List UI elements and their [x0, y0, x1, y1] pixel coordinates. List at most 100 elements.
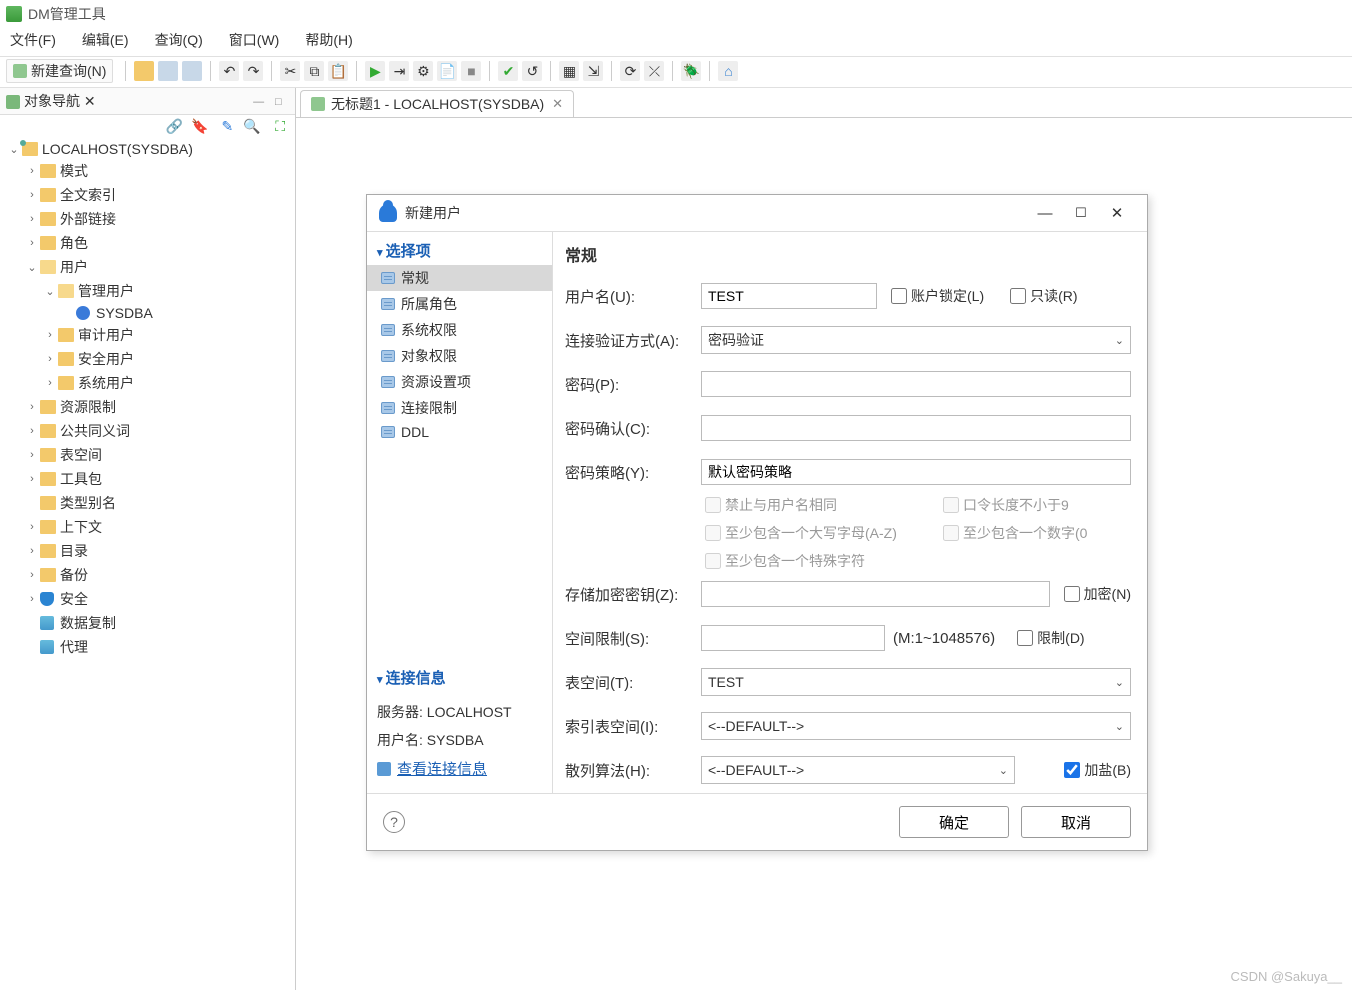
- tree-user[interactable]: ⌄用户: [4, 255, 291, 279]
- opt-obj-priv[interactable]: 对象权限: [367, 343, 552, 369]
- opt-general[interactable]: 常规: [367, 265, 552, 291]
- user-icon: [76, 306, 90, 320]
- view-conn-link[interactable]: 查看连接信息: [397, 758, 487, 779]
- disconnect-icon[interactable]: ⤫: [644, 61, 664, 81]
- sql-icon: [13, 64, 27, 78]
- tree-replication[interactable]: 数据复制: [4, 611, 291, 635]
- undo-icon[interactable]: ↶: [219, 61, 239, 81]
- explain-icon[interactable]: 📄: [437, 61, 457, 81]
- password-confirm-input[interactable]: [701, 415, 1131, 441]
- tree-directory[interactable]: ›目录: [4, 539, 291, 563]
- tree-audit-user[interactable]: ›审计用户: [4, 323, 291, 347]
- username-input[interactable]: [701, 283, 877, 309]
- opt-ddl[interactable]: DDL: [367, 421, 552, 443]
- grid-icon[interactable]: ▦: [559, 61, 579, 81]
- save-all-icon[interactable]: [182, 61, 202, 81]
- tree-extlink[interactable]: ›外部链接: [4, 207, 291, 231]
- menu-help[interactable]: 帮助(H): [305, 30, 352, 50]
- password-input[interactable]: [701, 371, 1131, 397]
- cut-icon[interactable]: ✂: [280, 61, 300, 81]
- auth-select[interactable]: 密码验证⌄: [701, 326, 1131, 354]
- run-script-icon[interactable]: ⚙: [413, 61, 433, 81]
- tree-schema[interactable]: ›模式: [4, 159, 291, 183]
- cancel-button[interactable]: 取消: [1021, 806, 1131, 838]
- dialog-minimize-button[interactable]: —: [1027, 205, 1063, 222]
- tablespace-select[interactable]: TEST⌄: [701, 668, 1131, 696]
- link-info-icon: [377, 762, 391, 776]
- link-icon[interactable]: 🔗: [165, 118, 181, 134]
- readonly-checkbox[interactable]: 只读(R): [1006, 285, 1077, 307]
- new-query-button[interactable]: 新建查询(N): [6, 59, 113, 83]
- salt-checkbox[interactable]: 加盐(B): [1060, 759, 1131, 781]
- tree-fulltext[interactable]: ›全文索引: [4, 183, 291, 207]
- tree-resource[interactable]: ›资源限制: [4, 395, 291, 419]
- idx-ts-label: 索引表空间(I):: [565, 716, 701, 737]
- sql-tab-icon: [311, 97, 325, 111]
- menu-edit[interactable]: 编辑(E): [82, 30, 129, 50]
- conn-user-value: SYSDBA: [427, 732, 484, 748]
- search-icon[interactable]: 🔍: [243, 118, 259, 134]
- paste-icon[interactable]: 📋: [328, 61, 348, 81]
- menu-query[interactable]: 查询(Q): [155, 30, 203, 50]
- nav-tree[interactable]: ⌄LOCALHOST(SYSDBA) ›模式 ›全文索引 ›外部链接 ›角色 ⌄…: [0, 137, 295, 661]
- tree-agent[interactable]: 代理: [4, 635, 291, 659]
- help-icon[interactable]: ?: [383, 811, 405, 833]
- index-tablespace-select[interactable]: <--DEFAULT-->⌄: [701, 712, 1131, 740]
- dialog-content: 常规 用户名(U): 账户锁定(L) 只读(R) 连接验证方式(A): 密码验证…: [553, 232, 1147, 793]
- tree-role[interactable]: ›角色: [4, 231, 291, 255]
- opt-resource[interactable]: 资源设置项: [367, 369, 552, 395]
- tree-system-user[interactable]: ›系统用户: [4, 371, 291, 395]
- tree-tablespace[interactable]: ›表空间: [4, 443, 291, 467]
- policy-length: 口令长度不小于9: [939, 494, 1131, 516]
- nav-title: 对象导航: [24, 93, 80, 109]
- edit-pane-icon[interactable]: ✎: [217, 118, 233, 134]
- encrypt-checkbox[interactable]: 加密(N): [1060, 583, 1131, 605]
- commit-icon[interactable]: ✔: [498, 61, 518, 81]
- minimize-pane-icon[interactable]: —: [253, 96, 267, 110]
- limit-checkbox[interactable]: 限制(D): [1013, 627, 1084, 649]
- conn-section[interactable]: 连接信息: [367, 663, 552, 692]
- tree-synonym[interactable]: ›公共同义词: [4, 419, 291, 443]
- maximize-pane-icon[interactable]: □: [275, 96, 289, 110]
- pwd-policy-input[interactable]: [701, 459, 1131, 485]
- lock-checkbox[interactable]: 账户锁定(L): [887, 285, 984, 307]
- tree-type-alias[interactable]: 类型别名: [4, 491, 291, 515]
- rollback-icon[interactable]: ↺: [522, 61, 542, 81]
- tree-security-user[interactable]: ›安全用户: [4, 347, 291, 371]
- expand-icon[interactable]: ⛶: [269, 118, 285, 134]
- tree-sysdba[interactable]: SYSDBA: [4, 303, 291, 323]
- tree-toolkit[interactable]: ›工具包: [4, 467, 291, 491]
- save-icon[interactable]: [158, 61, 178, 81]
- opt-roles[interactable]: 所属角色: [367, 291, 552, 317]
- hash-select[interactable]: <--DEFAULT-->⌄: [701, 756, 1015, 784]
- tree-context[interactable]: ›上下文: [4, 515, 291, 539]
- options-section[interactable]: 选择项: [367, 236, 552, 265]
- dialog-maximize-button[interactable]: ☐: [1063, 205, 1099, 221]
- close-tab-icon[interactable]: ✕: [552, 96, 563, 112]
- ts-label: 表空间(T):: [565, 672, 701, 693]
- dialog-close-button[interactable]: ✕: [1099, 204, 1135, 222]
- copy-icon[interactable]: ⧉: [304, 61, 324, 81]
- open-icon[interactable]: [134, 61, 154, 81]
- home-icon[interactable]: ⌂: [718, 61, 738, 81]
- export-icon[interactable]: ⇲: [583, 61, 603, 81]
- tree-manage-user[interactable]: ⌄管理用户: [4, 279, 291, 303]
- opt-conn-limit[interactable]: 连接限制: [367, 395, 552, 421]
- run-icon[interactable]: ▶: [365, 61, 385, 81]
- run-step-icon[interactable]: ⇥: [389, 61, 409, 81]
- menu-file[interactable]: 文件(F): [10, 30, 56, 50]
- opt-sys-priv[interactable]: 系统权限: [367, 317, 552, 343]
- tree-security[interactable]: ›安全: [4, 587, 291, 611]
- redo-icon[interactable]: ↷: [243, 61, 263, 81]
- editor-tab[interactable]: 无标题1 - LOCALHOST(SYSDBA) ✕: [300, 90, 574, 117]
- refresh-icon[interactable]: ⟳: [620, 61, 640, 81]
- menu-window[interactable]: 窗口(W): [229, 30, 280, 50]
- auth-label: 连接验证方式(A):: [565, 330, 701, 351]
- filter-icon[interactable]: 🔖: [191, 118, 207, 134]
- stop-icon[interactable]: ■: [461, 61, 481, 81]
- ok-button[interactable]: 确定: [899, 806, 1009, 838]
- debug-icon[interactable]: 🪲: [681, 61, 701, 81]
- dialog-title: 新建用户: [405, 203, 461, 223]
- tree-root[interactable]: ⌄LOCALHOST(SYSDBA): [4, 139, 291, 159]
- tree-backup[interactable]: ›备份: [4, 563, 291, 587]
